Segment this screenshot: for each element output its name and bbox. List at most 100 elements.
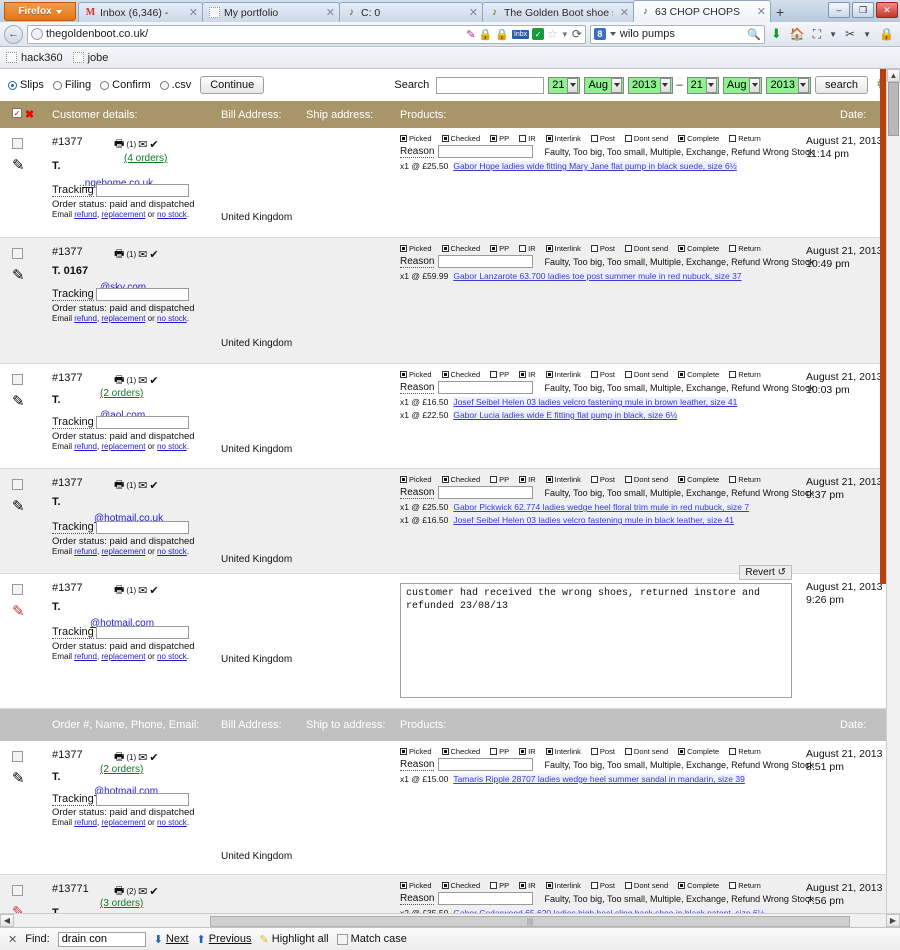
chevron-down-icon[interactable] [611,77,623,93]
chevron-down-icon[interactable] [749,77,761,93]
email-refund-link[interactable]: refund [74,547,97,556]
flag-post[interactable]: Post [590,370,615,379]
shield-icon[interactable]: ✓ [532,28,545,40]
continue-button[interactable]: Continue [200,76,265,94]
flag-dont-send[interactable]: Dont send [624,244,668,253]
line-item-link[interactable]: Gabor Pickwick 62.774 ladies wedge heel … [453,502,750,512]
tracking-field-group[interactable]: Tracking [52,416,189,429]
flag-ir[interactable]: IR [519,370,536,379]
radio-icon[interactable] [8,80,17,90]
email-replacement-link[interactable]: replacement [101,547,145,556]
flag-ir[interactable]: IR [519,475,536,484]
orders-count-label[interactable]: (4 orders) [124,153,167,164]
radio-filing[interactable]: Filing [52,79,91,91]
row-select-checkbox[interactable] [12,584,23,595]
close-icon[interactable]: ✕ [323,6,335,19]
firefox-menu-button[interactable]: Firefox [4,2,76,21]
email-refund-link[interactable]: refund [74,314,97,323]
email-nostock-link[interactable]: no stock [157,210,187,219]
chevron-down-icon[interactable] [567,77,579,93]
printer-icon[interactable]: 🖶 [114,476,124,495]
date-from-month-select[interactable]: Aug [584,76,625,94]
reason-input[interactable] [438,758,534,771]
row-select-checkbox[interactable] [12,751,23,762]
browser-tab-0[interactable]: M Inbox (6,346) - ✕ [78,2,203,22]
flag-interlink[interactable]: Interlink [545,370,581,379]
email-nostock-link[interactable]: no stock [157,314,187,323]
flag-checked[interactable]: Checked [441,475,480,484]
radio-icon[interactable] [159,80,169,90]
flag-interlink[interactable]: Interlink [545,244,581,253]
close-icon[interactable]: ✕ [466,6,478,19]
flag-return[interactable]: Return [729,370,761,379]
flag-ir[interactable]: IR [519,134,536,143]
revert-button[interactable]: Revert ↺ [739,565,792,580]
close-icon[interactable]: ✕ [8,933,17,946]
find-next-button[interactable]: ⬇ Next [154,933,189,946]
tracking-field-group[interactable]: Tracking [52,626,189,639]
flag-checked[interactable]: Checked [441,881,480,890]
email-replacement-link[interactable]: replacement [101,210,145,219]
edit-pencil-icon[interactable]: ✎ [12,497,25,515]
radio-confirm[interactable]: Confirm [100,79,151,91]
orders-count-label[interactable]: (2 orders) [100,764,143,775]
line-item-link[interactable]: Josef Seibel Helen 03 ladies velcro fast… [453,397,738,407]
chevron-down-icon[interactable]: ▼ [561,30,569,39]
reason-input[interactable] [438,381,534,394]
horizontal-scrollbar[interactable]: ◀ ||| ▶ [0,913,900,927]
home-icon[interactable]: 🏠 [788,27,807,41]
date-from-day-select[interactable]: 21 [548,76,581,94]
row-select-checkbox[interactable] [12,885,23,896]
tracking-field-group[interactable]: Tracking [52,793,189,806]
close-icon[interactable]: ✕ [617,6,629,19]
order-row[interactable]: ✎ #1377 🖶 (1) ✉ ✔ T. @hotmail.com Tracki… [0,565,900,709]
flag-complete[interactable]: Complete [678,475,719,484]
printer-icon[interactable]: 🖶 [114,581,124,600]
flag-picked[interactable]: Picked [400,244,432,253]
flag-pp[interactable]: PP [490,747,509,756]
tracking-input[interactable] [95,184,189,197]
chevron-down-icon[interactable] [705,77,717,93]
row-select-checkbox[interactable] [12,479,23,490]
lock-addon-icon[interactable]: 🔒 [877,27,896,41]
flag-picked[interactable]: Picked [400,475,432,484]
flag-checked[interactable]: Checked [441,747,480,756]
orders-count-link[interactable]: (4 orders) [124,148,167,166]
flag-dont-send[interactable]: Dont send [624,881,668,890]
flag-picked[interactable]: Picked [400,134,432,143]
flag-complete[interactable]: Complete [678,134,719,143]
line-item-link[interactable]: Gabor Hope ladies wide fitting Mary Jane… [453,161,737,171]
reload-icon[interactable]: ⟳ [572,27,582,41]
email-replacement-link[interactable]: replacement [101,818,145,827]
scroll-up-icon[interactable]: ▲ [887,69,900,82]
downloads-icon[interactable]: ⬇ [769,26,784,42]
bookmark-star-icon[interactable]: ☆ [547,27,558,41]
scroll-left-icon[interactable]: ◀ [0,914,14,927]
tracking-input[interactable] [95,521,189,534]
flag-picked[interactable]: Picked [400,747,432,756]
edit-pencil-icon[interactable]: ✎ [12,769,25,787]
flag-picked[interactable]: Picked [400,881,432,890]
flag-ir[interactable]: IR [519,747,536,756]
flag-interlink[interactable]: Interlink [545,747,581,756]
order-row[interactable]: ✎ #1377 🖶 (1) ✉ ✔ T. @hotmail.co.uk Trac… [0,469,900,574]
flag-post[interactable]: Post [590,881,615,890]
flag-dont-send[interactable]: Dont send [624,475,668,484]
chevron-down-icon[interactable]: ▼ [861,30,873,39]
email-refund-link[interactable]: refund [74,818,97,827]
row-select-checkbox[interactable] [12,248,23,259]
flag-interlink[interactable]: Interlink [545,881,581,890]
flag-pp[interactable]: PP [490,881,509,890]
flag-complete[interactable]: Complete [678,881,719,890]
match-case-checkbox[interactable]: Match case [336,933,407,945]
flag-pp[interactable]: PP [490,244,509,253]
checkbox-icon[interactable] [336,933,348,945]
line-item-link[interactable]: Gabor Lanzarote 63.700 ladies toe post s… [453,271,742,281]
chevron-down-icon[interactable] [797,77,809,93]
search-bar[interactable]: 8 wilo pumps 🔍 [589,24,765,44]
email-nostock-link[interactable]: no stock [157,442,187,451]
flag-checked[interactable]: Checked [441,134,480,143]
email-nostock-link[interactable]: no stock [157,818,187,827]
reason-input[interactable] [438,255,534,268]
vertical-scrollbar[interactable]: ▲ ▼ [886,69,900,927]
